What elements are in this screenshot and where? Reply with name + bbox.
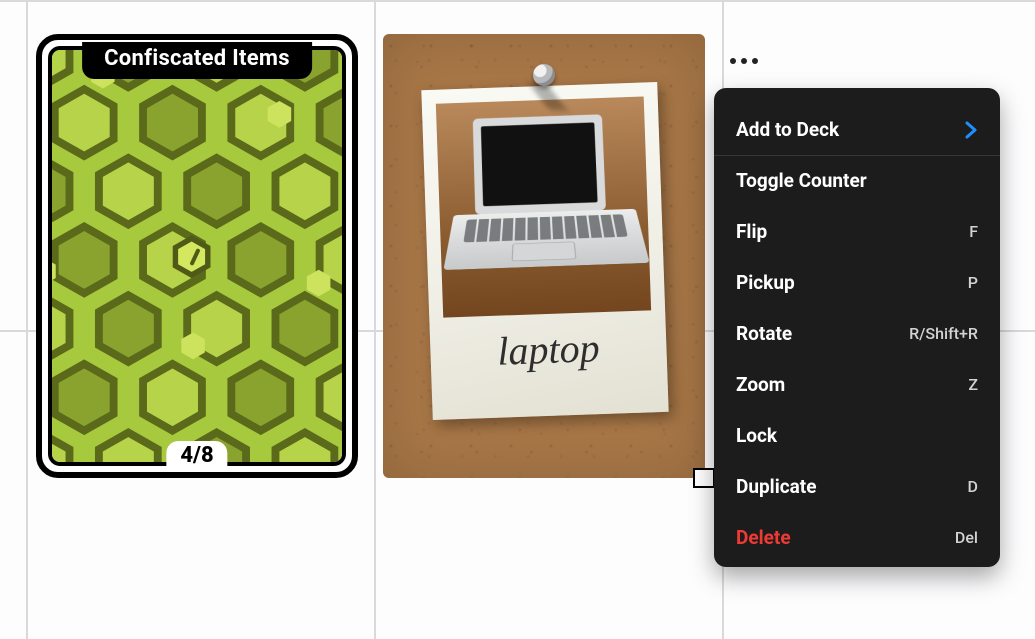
menu-item-label: Zoom xyxy=(736,373,785,396)
deck-card-art xyxy=(48,46,346,466)
deck-counter: 4/8 xyxy=(166,441,227,470)
context-menu: Add to Deck Toggle Counter Flip F Pickup… xyxy=(714,88,1000,567)
overflow-menu-icon[interactable] xyxy=(730,55,760,67)
menu-item-flip[interactable]: Flip F xyxy=(714,206,1000,257)
board-canvas[interactable]: Confiscated Items xyxy=(0,0,1035,639)
menu-item-label: Flip xyxy=(736,220,767,243)
menu-item-rotate[interactable]: Rotate R/Shift+R xyxy=(714,308,1000,359)
selection-checkbox[interactable] xyxy=(693,468,715,488)
menu-item-shortcut: Del xyxy=(955,528,978,547)
chevron-right-icon xyxy=(964,121,978,139)
menu-item-label: Delete xyxy=(736,526,791,549)
menu-item-pickup[interactable]: Pickup P xyxy=(714,257,1000,308)
menu-item-toggle-counter[interactable]: Toggle Counter xyxy=(714,155,1000,206)
laptop-screen xyxy=(473,114,606,214)
menu-item-shortcut: F xyxy=(969,222,978,241)
menu-item-label: Lock xyxy=(736,424,777,447)
photo-card-laptop[interactable]: laptop xyxy=(383,34,705,478)
deck-title: Confiscated Items xyxy=(82,42,312,79)
menu-item-zoom[interactable]: Zoom Z xyxy=(714,359,1000,410)
menu-item-label: Pickup xyxy=(736,271,795,294)
menu-item-shortcut: D xyxy=(968,477,978,496)
menu-item-shortcut: P xyxy=(968,273,978,292)
menu-item-shortcut: Z xyxy=(968,375,978,394)
polaroid-caption: laptop xyxy=(430,322,667,377)
menu-item-shortcut: R/Shift+R xyxy=(909,324,978,343)
menu-item-add-to-deck[interactable]: Add to Deck xyxy=(714,104,1000,155)
menu-item-lock[interactable]: Lock xyxy=(714,410,1000,461)
menu-item-label: Add to Deck xyxy=(736,118,839,141)
menu-item-delete[interactable]: Delete Del xyxy=(714,512,1000,563)
menu-item-label: Rotate xyxy=(736,322,792,345)
menu-item-duplicate[interactable]: Duplicate D xyxy=(714,461,1000,512)
polaroid-photo xyxy=(436,96,651,317)
pushpin-icon xyxy=(529,62,559,92)
menu-item-label: Toggle Counter xyxy=(736,169,867,192)
laptop-base xyxy=(443,209,649,270)
menu-item-label: Duplicate xyxy=(736,475,817,498)
hexagon-pattern xyxy=(52,50,342,462)
polaroid-frame: laptop xyxy=(421,82,668,420)
deck-card-confiscated-items[interactable]: Confiscated Items xyxy=(36,34,358,478)
